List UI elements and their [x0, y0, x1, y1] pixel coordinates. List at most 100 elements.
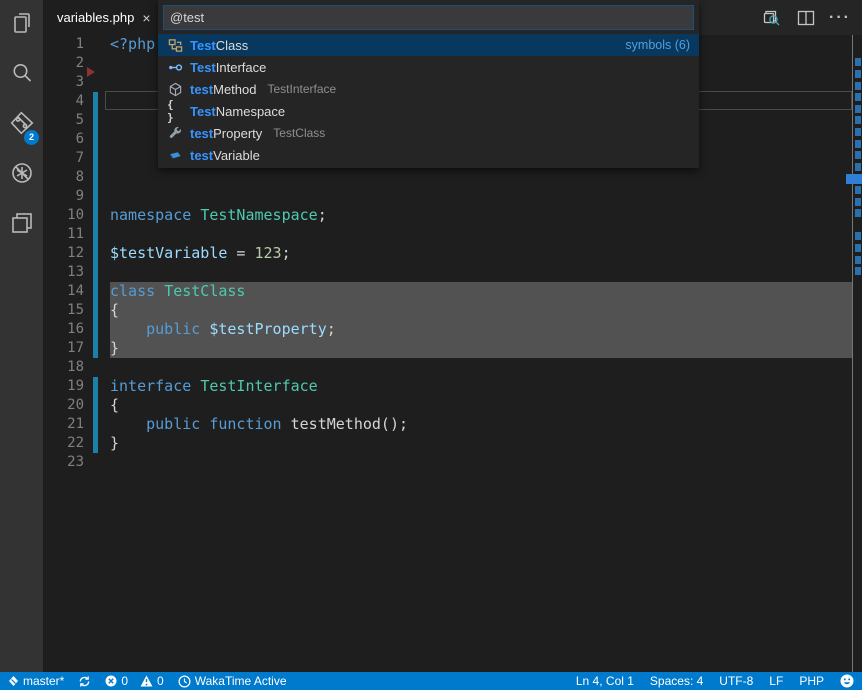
more-actions-icon[interactable]: ···	[830, 8, 850, 28]
git-modified-gutter	[93, 206, 98, 225]
class-symbol-icon	[167, 37, 183, 53]
code-line-13[interactable]: 13	[43, 263, 852, 282]
split-editor-icon[interactable]	[796, 8, 816, 28]
code-line-22[interactable]: 22}	[43, 434, 852, 453]
sync-status[interactable]	[78, 675, 91, 688]
symbol-name: testMethod	[190, 82, 257, 97]
ruler-modified-mark	[855, 151, 861, 159]
line-content: $testVariable = 123;	[110, 244, 291, 263]
git-modified-gutter	[93, 168, 98, 187]
symbol-name: TestInterface	[190, 60, 266, 75]
code-line-19[interactable]: 19interface TestInterface	[43, 377, 852, 396]
symbol-result-testvariable[interactable]: testVariable	[158, 144, 699, 166]
code-line-16[interactable]: 16 public $testProperty;	[43, 320, 852, 339]
quick-open-widget: TestClasssymbols (6)TestInterfacetestMet…	[158, 0, 699, 168]
code-line-14[interactable]: 14class TestClass	[43, 282, 852, 301]
ruler-range-mark	[846, 174, 862, 184]
git-modified-gutter	[93, 111, 98, 130]
symbol-name: testVariable	[190, 148, 260, 163]
smiley-icon	[840, 674, 854, 688]
code-line-23[interactable]: 23	[43, 453, 852, 472]
line-number: 1	[43, 35, 84, 54]
ruler-modified-mark	[855, 267, 861, 275]
sidebar-item-debug[interactable]	[0, 150, 43, 200]
method-symbol-icon	[167, 81, 183, 97]
git-modified-gutter	[93, 187, 98, 206]
git-branch-status[interactable]: master*	[8, 674, 64, 688]
ruler-modified-mark	[855, 244, 861, 252]
sidebar-item-search[interactable]	[0, 50, 43, 100]
ruler-modified-mark	[855, 128, 861, 136]
git-modified-gutter	[93, 415, 98, 434]
close-tab-icon[interactable]: ×	[142, 11, 150, 25]
language-mode[interactable]: PHP	[799, 674, 824, 688]
status-bar: master* 0	[0, 672, 862, 690]
code-line-20[interactable]: 20{	[43, 396, 852, 415]
sidebar-item-explorer[interactable]	[0, 0, 43, 50]
code-line-21[interactable]: 21 public function testMethod();	[43, 415, 852, 434]
files-icon	[9, 10, 35, 41]
line-number: 2	[43, 54, 84, 73]
wakatime-status[interactable]: WakaTime Active	[178, 674, 287, 688]
warning-count: 0	[157, 674, 164, 688]
editor-actions: ···	[762, 0, 862, 35]
code-line-10[interactable]: 10namespace TestNamespace;	[43, 206, 852, 225]
results-count-badge: symbols (6)	[625, 38, 690, 52]
line-number: 14	[43, 282, 84, 301]
quick-open-input[interactable]	[163, 5, 694, 30]
indentation-status[interactable]: Spaces: 4	[650, 674, 703, 688]
line-number: 21	[43, 415, 84, 434]
code-line-9[interactable]: 9	[43, 187, 852, 206]
sidebar-item-source-control[interactable]: 2	[0, 100, 43, 150]
line-number: 6	[43, 130, 84, 149]
line-number: 4	[43, 92, 84, 111]
symbol-result-testnamespace[interactable]: { }TestNamespace	[158, 100, 699, 122]
symbol-result-testproperty[interactable]: testPropertyTestClass	[158, 122, 699, 144]
problems-status[interactable]: 0 0	[105, 674, 163, 688]
branch-name: master*	[23, 674, 64, 688]
line-number: 19	[43, 377, 84, 396]
code-line-15[interactable]: 15{	[43, 301, 852, 320]
gutter-error-marker	[87, 67, 95, 77]
symbol-container: TestInterface	[268, 82, 337, 96]
error-icon	[105, 675, 117, 687]
ruler-modified-mark	[855, 198, 861, 206]
sidebar-item-extensions[interactable]	[0, 200, 43, 250]
git-modified-gutter	[93, 263, 98, 282]
tab-variables-php[interactable]: variables.php ×	[43, 0, 160, 35]
symbol-result-testmethod[interactable]: testMethod TestInterface	[158, 78, 699, 100]
namespace-symbol-icon: { }	[167, 103, 183, 119]
ruler-modified-mark	[855, 163, 861, 171]
overview-ruler[interactable]	[852, 35, 862, 672]
code-line-17[interactable]: 17}	[43, 339, 852, 358]
git-modified-gutter	[93, 92, 98, 111]
code-line-11[interactable]: 11	[43, 225, 852, 244]
line-number: 20	[43, 396, 84, 415]
symbol-result-testinterface[interactable]: TestInterface	[158, 56, 699, 78]
feedback-smiley[interactable]	[840, 674, 854, 688]
cursor-position[interactable]: Ln 4, Col 1	[576, 674, 634, 688]
extensions-icon	[9, 210, 35, 241]
code-line-18[interactable]: 18	[43, 358, 852, 377]
find-preview-icon[interactable]	[762, 8, 782, 28]
ruler-modified-mark	[855, 209, 861, 217]
line-number: 10	[43, 206, 84, 225]
sync-icon	[78, 675, 91, 688]
code-line-12[interactable]: 12$testVariable = 123;	[43, 244, 852, 263]
wakatime-label: WakaTime Active	[195, 674, 287, 688]
search-icon	[9, 60, 35, 91]
editor-group: variables.php ×	[43, 0, 862, 672]
code-line-8[interactable]: 8	[43, 168, 852, 187]
clock-icon	[178, 675, 191, 688]
ruler-modified-mark	[855, 232, 861, 240]
eol-status[interactable]: LF	[769, 674, 783, 688]
symbol-result-testclass[interactable]: TestClasssymbols (6)	[158, 34, 699, 56]
line-content: public function testMethod();	[110, 415, 408, 434]
symbol-container: TestClass	[273, 126, 325, 140]
ruler-modified-mark	[855, 82, 861, 90]
line-number: 13	[43, 263, 84, 282]
git-modified-gutter	[93, 244, 98, 263]
encoding-status[interactable]: UTF-8	[719, 674, 753, 688]
quick-open-input-wrap	[158, 0, 699, 34]
line-content: }	[110, 434, 119, 453]
